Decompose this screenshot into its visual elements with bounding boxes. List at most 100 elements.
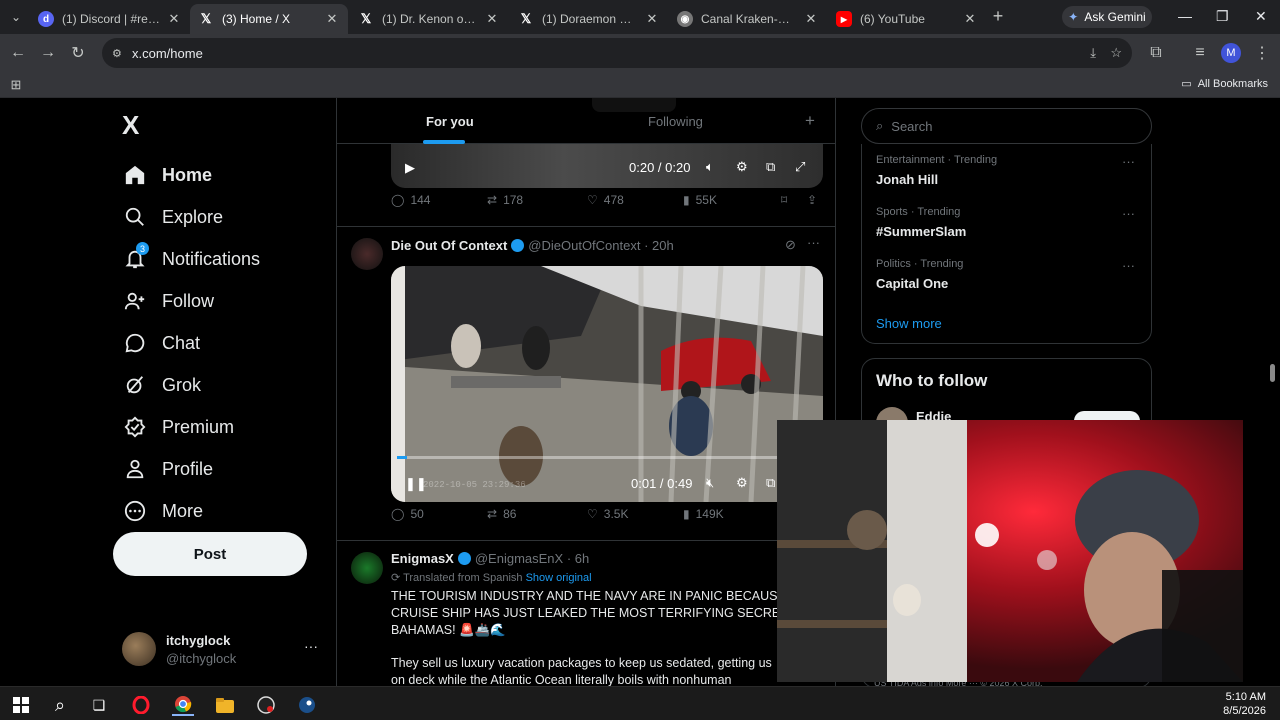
views-button[interactable]: ▮ 55K <box>683 193 717 207</box>
settings-gear-icon[interactable]: ⚙ <box>736 159 748 175</box>
tab-for-you[interactable]: For you <box>426 114 474 129</box>
back-arrow-icon[interactable]: ← <box>8 43 28 63</box>
mute-icon[interactable]: 🔇︎ <box>706 475 714 491</box>
system-clock[interactable]: 5:10 AM 8/5/2026 <box>1223 690 1266 718</box>
post-time[interactable]: 20h <box>652 238 674 253</box>
extensions-icon[interactable]: ⧉ <box>1146 43 1166 63</box>
repost-button[interactable]: ⇄ 178 <box>487 193 523 207</box>
who-to-follow-title: Who to follow <box>876 371 988 390</box>
more-dots-icon[interactable]: ··· <box>304 638 318 654</box>
sidebar-item-notifications[interactable]: 3 Notifications <box>122 238 260 280</box>
ask-gemini-button[interactable]: ✦ Ask Gemini <box>1062 6 1152 28</box>
sidebar-item-label: Grok <box>162 374 202 395</box>
tab-x-home[interactable]: 𝕏 (3) Home / X ✕ <box>190 4 348 34</box>
account-switcher[interactable]: itchyglock @itchyglock ··· <box>122 630 322 670</box>
author-name[interactable]: Die Out Of Context <box>391 238 507 253</box>
trend-item[interactable]: Entertainment · Trending Jonah Hill <box>876 154 997 187</box>
tab-following[interactable]: Following <box>648 114 703 129</box>
close-icon[interactable]: ✕ <box>324 11 340 27</box>
pip-icon[interactable]: ⧉ <box>766 475 775 491</box>
video-player[interactable]: ▶ 0:20 / 0:20 🔈︎ ⚙ ⧉ ⤢ <box>391 144 823 188</box>
avatar[interactable] <box>351 238 383 270</box>
minimize-button[interactable]: — <box>1178 8 1192 24</box>
close-icon[interactable]: ✕ <box>962 11 978 27</box>
video-player[interactable]: ❚❚ 2022-10-05 23:29:36 0:01 / 0:49 🔇︎ ⚙ … <box>391 266 823 502</box>
more-dots-icon[interactable]: ··· <box>1122 258 1135 273</box>
show-more-link[interactable]: Show more <box>876 316 942 331</box>
search-input[interactable]: ⌕ Search <box>861 108 1152 144</box>
plus-icon[interactable]: + <box>805 111 815 131</box>
sidebar-item-home[interactable]: Home <box>122 154 260 196</box>
search-icon[interactable]: ⌕ <box>49 694 71 716</box>
install-icon[interactable]: ⤓ <box>1090 45 1096 61</box>
more-dots-icon[interactable]: ··· <box>1122 206 1135 221</box>
show-original-link[interactable]: Show original <box>526 572 592 584</box>
address-bar[interactable]: ⚙ x.com/home ⤓ ☆ <box>102 38 1132 68</box>
author-handle[interactable]: @EnigmasEnX <box>475 551 563 566</box>
author-name[interactable]: EnigmasX <box>391 551 454 566</box>
maximize-button[interactable]: ❐ <box>1216 8 1229 25</box>
all-bookmarks-button[interactable]: ▭ All Bookmarks <box>1181 77 1268 91</box>
sidebar-item-profile[interactable]: Profile <box>122 448 260 490</box>
volume-icon[interactable]: 🔈︎ <box>706 159 714 175</box>
post-enigmasx[interactable]: EnigmasX @EnigmasEnX · 6h ⟳ Translated fr… <box>337 540 835 686</box>
close-icon[interactable]: ✕ <box>803 11 819 27</box>
tab-discord[interactable]: d (1) Discord | #reaction ✕ <box>30 4 190 34</box>
task-view-icon[interactable]: ❏ <box>88 694 110 716</box>
trend-item[interactable]: Politics · Trending Capital One <box>876 258 963 291</box>
settings-gear-icon[interactable]: ⚙ <box>736 475 748 491</box>
profile-avatar[interactable]: M <box>1221 43 1241 63</box>
pip-icon[interactable]: ⧉ <box>766 159 775 175</box>
steam-icon[interactable] <box>296 694 318 716</box>
post-time[interactable]: 6h <box>575 551 589 566</box>
x-logo[interactable]: X <box>122 110 139 141</box>
menu-kebab-icon[interactable]: ⋮ <box>1252 43 1272 63</box>
avatar[interactable] <box>351 552 383 584</box>
tab-kraken[interactable]: ◉ Canal Kraken-BR YouT ✕ <box>669 4 827 34</box>
reply-button[interactable]: ◯ 144 <box>391 193 430 207</box>
file-explorer-icon[interactable] <box>214 694 236 716</box>
post-button[interactable]: Post <box>113 532 307 576</box>
author-handle[interactable]: @DieOutOfContext <box>528 238 640 253</box>
more-dots-icon[interactable]: ··· <box>807 235 820 250</box>
close-icon[interactable]: ✕ <box>166 11 182 27</box>
sidebar-item-follow[interactable]: Follow <box>122 280 260 322</box>
scrollbar[interactable] <box>1270 364 1275 382</box>
opera-icon[interactable] <box>130 694 152 716</box>
more-dots-icon[interactable]: ··· <box>1122 154 1135 169</box>
tab-youtube[interactable]: ▶ (6) YouTube ✕ <box>828 4 986 34</box>
site-info-icon[interactable]: ⚙ <box>112 47 122 60</box>
trends-panel: Entertainment · Trending Jonah Hill ··· … <box>861 144 1152 344</box>
like-button[interactable]: ♡ 3.5K <box>587 507 628 521</box>
tab-doraemon[interactable]: 𝕏 (1) Doraemon on X: "B ✕ <box>510 4 668 34</box>
play-icon[interactable]: ▶ <box>405 160 415 176</box>
fullscreen-icon[interactable]: ⤢ <box>795 159 805 175</box>
close-icon[interactable]: ✕ <box>484 11 500 27</box>
tab-search-icon[interactable]: ⌄ <box>6 7 26 27</box>
views-button[interactable]: ▮ 149K <box>683 507 724 521</box>
like-button[interactable]: ♡ 478 <box>587 193 624 207</box>
sidebar-item-explore[interactable]: Explore <box>122 196 260 238</box>
obs-icon[interactable] <box>255 694 277 716</box>
new-tab-button[interactable]: + <box>988 6 1008 26</box>
apps-grid-icon[interactable]: ⊞ <box>6 75 26 95</box>
reply-button[interactable]: ◯ 50 <box>391 507 424 521</box>
windows-start-icon[interactable] <box>10 694 32 716</box>
sidebar-item-chat[interactable]: Chat <box>122 322 260 364</box>
bookmark-button[interactable]: ⌑ <box>781 193 787 207</box>
media-icon[interactable]: ≡ <box>1190 43 1210 63</box>
reload-icon[interactable]: ↻ <box>68 43 88 63</box>
window-close-button[interactable]: ✕ <box>1255 8 1267 25</box>
bookmark-star-icon[interactable]: ☆ <box>1110 45 1122 61</box>
sidebar-item-premium[interactable]: Premium <box>122 406 260 448</box>
grok-icon[interactable]: ⊘ <box>785 237 796 253</box>
sidebar-item-grok[interactable]: Grok <box>122 364 260 406</box>
chrome-icon[interactable] <box>172 694 194 716</box>
sidebar-item-more[interactable]: More <box>122 490 260 532</box>
forward-arrow-icon[interactable]: → <box>38 43 58 63</box>
trend-item[interactable]: Sports · Trending #SummerSlam <box>876 206 966 239</box>
share-button[interactable]: ⇪ <box>807 193 817 207</box>
close-icon[interactable]: ✕ <box>644 11 660 27</box>
repost-button[interactable]: ⇄ 86 <box>487 507 516 521</box>
tab-dr-kenon[interactable]: 𝕏 (1) Dr. Kenon on X: "T ✕ <box>350 4 508 34</box>
